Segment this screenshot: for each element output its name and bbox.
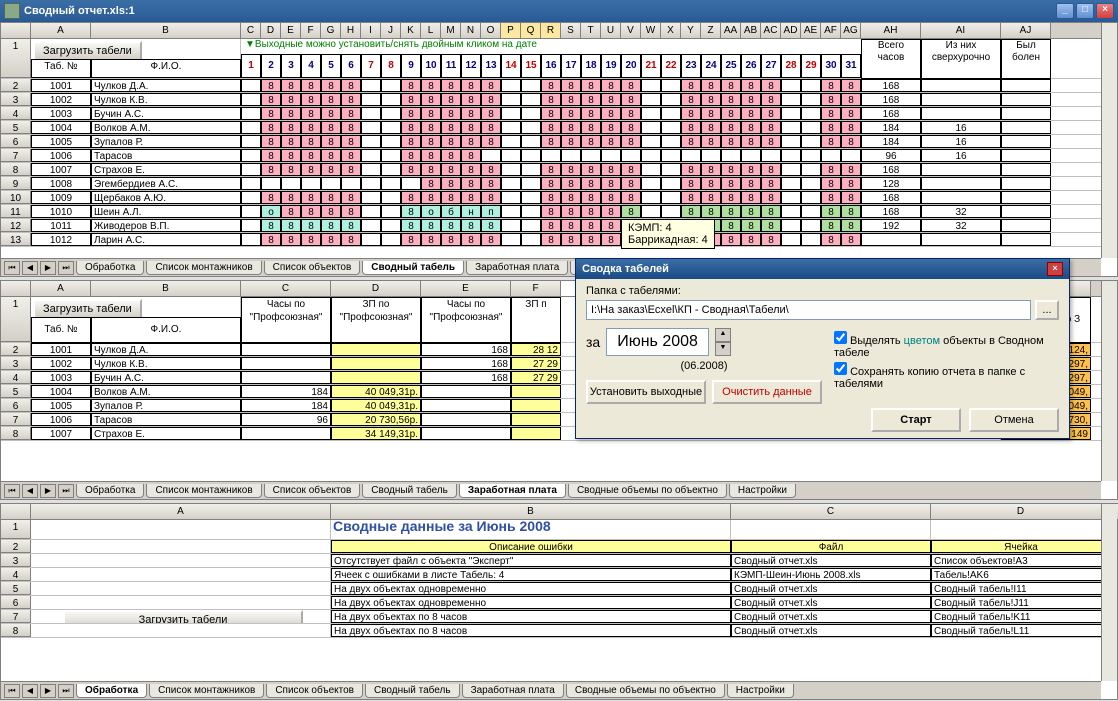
tab-nav[interactable]: ⏮ <box>4 684 20 698</box>
sheet-tab[interactable]: Заработная плата <box>459 484 566 498</box>
column-headers: ABCDE <box>1 504 1117 520</box>
sheet-tab[interactable]: Заработная плата <box>466 261 568 275</box>
tab-nav[interactable]: ⏭ <box>58 684 74 698</box>
sheet-tab[interactable]: Список монтажников <box>146 261 261 275</box>
grid[interactable]: 1Сводные данные за Июнь 20082Описание ош… <box>1 520 1117 638</box>
pane-timesheet: ABCDEFGHIJKLMNOPQRSTUVWXYZAAABACADAEAFAG… <box>0 22 1118 277</box>
sheet-tab[interactable]: Сводные объемы по объектно <box>566 684 725 698</box>
savecopy-checkbox-label[interactable]: Сохранять копию отчета в папке с табелям… <box>834 362 1059 390</box>
set-holidays-button[interactable]: Установить выходные <box>586 380 706 404</box>
pane-errors: ABCDE 1Сводные данные за Июнь 20082Описа… <box>0 503 1118 700</box>
sheet-tab[interactable]: Список объектов <box>264 261 361 275</box>
sheet-tabs[interactable]: ⏮◀▶⏭ОбработкаСписок монтажниковСписок об… <box>1 481 1101 499</box>
load-timesheets-button[interactable]: Загрузить табели <box>33 41 142 59</box>
sheet-tab[interactable]: Список монтажников <box>149 684 264 698</box>
window-titlebar: Сводный отчет.xls:1 _ □ × <box>0 0 1118 22</box>
sheet-tab[interactable]: Сводный табель <box>362 484 457 498</box>
sheet-tab[interactable]: Обработка <box>76 684 147 698</box>
start-button[interactable]: Старт <box>871 408 961 432</box>
folder-label: Папка с табелями: <box>586 285 1059 297</box>
sheet-tab[interactable]: Обработка <box>76 261 144 275</box>
highlight-checkbox[interactable] <box>834 331 847 344</box>
tab-nav[interactable]: ⏮ <box>4 484 20 498</box>
scrollbar-v[interactable] <box>1101 281 1117 481</box>
tab-nav[interactable]: ▶ <box>40 261 56 275</box>
tab-nav[interactable]: ⏭ <box>58 484 74 498</box>
dialog-summary: Сводка табелей × Папка с табелями: ... з… <box>575 258 1070 439</box>
grid[interactable]: 1Загрузить табелиТаб. №Ф.И.О.▼Выходные м… <box>1 39 1117 247</box>
window-title: Сводный отчет.xls:1 <box>24 5 135 17</box>
savecopy-checkbox[interactable] <box>834 362 847 375</box>
scrollbar-v[interactable] <box>1101 504 1117 681</box>
folder-input[interactable] <box>586 300 1031 320</box>
sheet-tab[interactable]: Сводный табель <box>362 261 464 275</box>
sheet-tab[interactable]: Заработная плата <box>462 684 564 698</box>
sheet-tab[interactable]: Список объектов <box>266 684 363 698</box>
sheet-tab[interactable]: Список объектов <box>264 484 361 498</box>
dialog-title: Сводка табелей <box>582 263 669 275</box>
sheet-tab[interactable]: Сводные объемы по объектно <box>568 484 727 498</box>
tab-nav[interactable]: ◀ <box>22 484 38 498</box>
cancel-button[interactable]: Отмена <box>969 408 1059 432</box>
clear-data-button[interactable]: Очистить данные <box>712 380 822 404</box>
close-button[interactable]: × <box>1096 3 1114 19</box>
column-headers: ABCDEFGHIJKLMNOPQRSTUVWXYZAAABACADAEAFAG… <box>1 23 1117 39</box>
za-label: за <box>586 334 600 350</box>
maximize-button[interactable]: □ <box>1076 3 1094 19</box>
sheet-tab[interactable]: Сводный табель <box>365 684 460 698</box>
tab-nav[interactable]: ⏭ <box>58 261 74 275</box>
minimize-button[interactable]: _ <box>1056 3 1074 19</box>
load-timesheets-button[interactable]: Загрузить табели <box>33 299 142 319</box>
tab-nav[interactable]: ▶ <box>40 484 56 498</box>
sheet-tab[interactable]: Настройки <box>729 484 796 498</box>
dialog-titlebar[interactable]: Сводка табелей × <box>576 259 1069 279</box>
tab-nav[interactable]: ◀ <box>22 684 38 698</box>
load-timesheets-button[interactable]: Загрузить табели <box>63 610 303 623</box>
tab-nav[interactable]: ▶ <box>40 684 56 698</box>
month-sub: (06.2008) <box>586 360 822 372</box>
month-up-button[interactable]: ▲ <box>715 328 731 342</box>
scrollbar-v[interactable] <box>1101 23 1117 258</box>
sheet-tab[interactable]: Обработка <box>76 484 144 498</box>
sheet-tab[interactable]: Список монтажников <box>146 484 261 498</box>
highlight-checkbox-label[interactable]: Выделять цветом объекты в Сводном табеле <box>834 331 1059 359</box>
cell-tooltip: КЭМП: 4 Баррикадная: 4 <box>621 219 715 249</box>
app-icon <box>4 3 20 19</box>
sheet-tabs[interactable]: ⏮◀▶⏭ОбработкаСписок монтажниковСписок об… <box>1 681 1101 699</box>
dialog-close-button[interactable]: × <box>1047 262 1063 276</box>
month-display: Июнь 2008 <box>606 328 709 356</box>
tab-nav[interactable]: ⏮ <box>4 261 20 275</box>
tab-nav[interactable]: ◀ <box>22 261 38 275</box>
month-down-button[interactable]: ▼ <box>715 342 731 356</box>
sheet-tab[interactable]: Настройки <box>727 684 794 698</box>
browse-button[interactable]: ... <box>1035 300 1059 320</box>
